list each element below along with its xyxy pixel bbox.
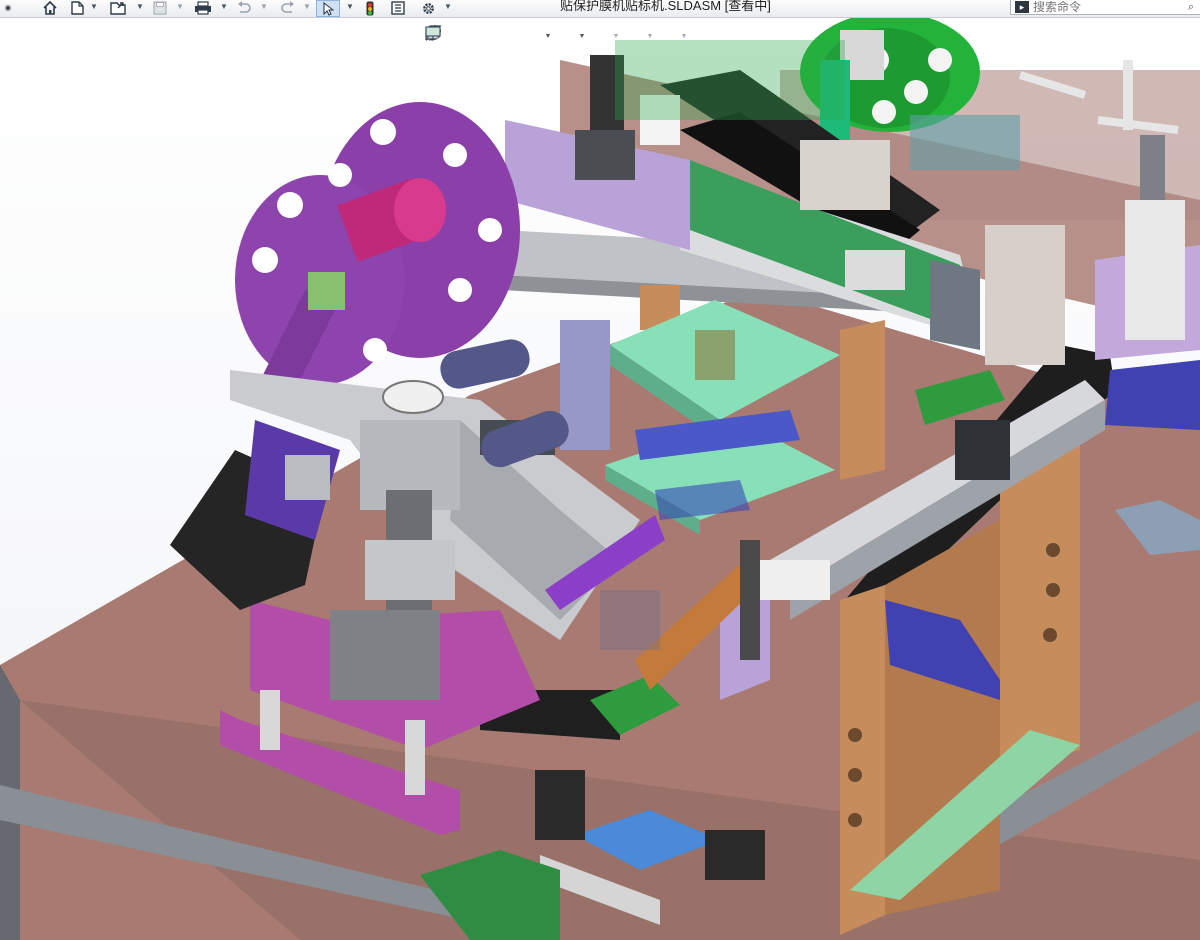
print-icon[interactable] [192,0,214,16]
command-search-icon: ▸ [1015,1,1029,13]
select-pointer-icon[interactable] [316,0,340,17]
section-view-icon[interactable] [426,25,518,47]
redo-dropdown-icon[interactable]: ▼ [303,2,311,11]
view-orientation-dropdown-icon[interactable]: ▼ [544,33,552,40]
previous-view-icon[interactable] [426,25,494,47]
save-icon[interactable] [150,0,170,16]
heads-up-view-toolbar: ▼ ▼ ▼ ▼ ▼ [424,24,720,48]
pin-icon[interactable]: ✷ [0,0,16,17]
file-properties-icon[interactable] [388,0,408,16]
view-orientation-icon[interactable] [425,25,542,47]
search-icon[interactable]: ⌕ [1188,1,1194,14]
undo-icon[interactable] [234,0,254,16]
select-dropdown-icon[interactable]: ▼ [346,2,354,11]
display-style-dropdown-icon[interactable]: ▼ [578,33,586,40]
window-title: 贴保护膜机贴标机.SLDASM [查看中] [560,0,771,13]
new-dropdown-icon[interactable]: ▼ [90,2,98,11]
scene-dropdown-icon[interactable]: ▼ [680,33,688,40]
command-search-box[interactable]: ▸ ⌕ [1010,0,1200,15]
save-dropdown-icon[interactable]: ▼ [176,2,184,11]
new-document-icon[interactable] [68,0,86,16]
options-dropdown-icon[interactable]: ▼ [444,2,452,11]
graphics-area[interactable]: ▼ ▼ ▼ ▼ ▼ [0,17,1200,940]
appearance-dropdown-icon[interactable]: ▼ [646,33,654,40]
zoom-to-area-icon[interactable] [425,25,470,47]
search-input[interactable] [1033,0,1173,14]
undo-dropdown-icon[interactable]: ▼ [260,2,268,11]
display-style-icon[interactable] [426,25,576,47]
appearance-icon[interactable] [426,25,644,47]
command-toolbar: ✷ ▼ ▼ ▼ ▼ ▼ ▼ ▼ ▼ 贴保护膜机贴标机.SLDASM [查看中] … [0,0,1200,18]
home-icon[interactable] [40,0,60,16]
print-dropdown-icon[interactable]: ▼ [220,2,228,11]
traffic-light-icon[interactable] [362,0,378,16]
hide-show-dropdown-icon[interactable]: ▼ [612,33,620,40]
redo-icon[interactable] [278,0,298,16]
open-icon[interactable] [108,0,130,16]
view-settings-icon[interactable] [425,25,720,47]
hide-show-items-icon[interactable] [425,25,610,47]
assembly-model-render [0,17,1200,940]
handwheel [382,380,444,414]
open-dropdown-icon[interactable]: ▼ [136,2,144,11]
scene-icon[interactable] [426,25,678,47]
options-gear-icon[interactable] [418,0,438,16]
